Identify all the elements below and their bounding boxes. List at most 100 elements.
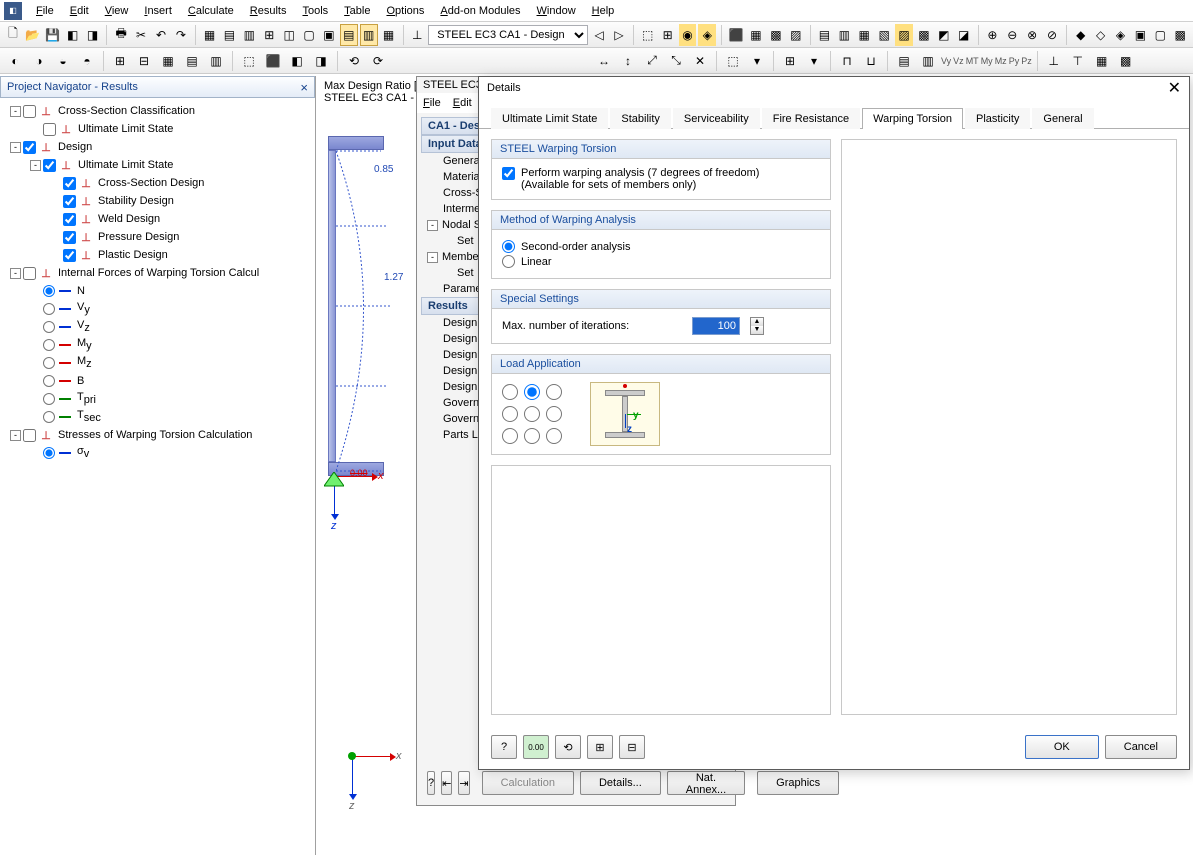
tree-checkbox[interactable] <box>23 141 36 154</box>
tree-row[interactable]: N <box>2 282 313 300</box>
expand-icon[interactable]: - <box>30 160 41 171</box>
tree-radio[interactable] <box>43 411 55 423</box>
tree-radio[interactable] <box>43 285 55 297</box>
units-icon[interactable]: 0.00 <box>523 735 549 759</box>
tree-radio[interactable] <box>43 393 55 405</box>
load-position-radio[interactable] <box>546 382 562 402</box>
close-icon[interactable]: ✕ <box>1168 78 1181 98</box>
tb-icon[interactable]: ◨ <box>84 24 102 46</box>
save-default-icon[interactable]: ⊟ <box>619 735 645 759</box>
tb-icon[interactable]: ⬚ <box>722 50 744 72</box>
module-menu-edit[interactable]: Edit <box>453 97 472 109</box>
tb-icon[interactable]: ⊘ <box>1043 24 1061 46</box>
menu-results[interactable]: Results <box>242 3 295 19</box>
tab-warping-torsion[interactable]: Warping Torsion <box>862 108 963 129</box>
perform-warping-checkbox[interactable] <box>502 167 515 180</box>
menu-help[interactable]: Help <box>584 3 623 19</box>
tb-icon[interactable]: ▣ <box>1131 24 1149 46</box>
menu-calculate[interactable]: Calculate <box>180 3 242 19</box>
tb-icon[interactable]: ▩ <box>1171 24 1189 46</box>
load-position-radio[interactable] <box>502 404 518 424</box>
tree-row[interactable]: -⊥Ultimate Limit State <box>2 156 313 174</box>
help-icon[interactable]: ? <box>427 771 435 795</box>
tb-icon[interactable]: ⊥ <box>1043 50 1065 72</box>
tree-checkbox[interactable] <box>63 249 76 262</box>
tb-icon[interactable]: ▤ <box>181 50 203 72</box>
tb-icon[interactable]: ↔ <box>593 50 615 72</box>
tb-icon[interactable]: ◨ <box>310 50 332 72</box>
tb-icon[interactable]: ▥ <box>917 50 939 72</box>
load-position-radio[interactable] <box>546 426 562 446</box>
tb-icon[interactable]: ◉ <box>679 24 697 46</box>
tree-checkbox[interactable] <box>43 123 56 136</box>
tree-row[interactable]: ⊥Plastic Design <box>2 246 313 264</box>
tb-next-icon[interactable]: ▷ <box>610 24 628 46</box>
tb-icon[interactable]: ▤ <box>340 24 358 46</box>
nat-annex-button[interactable]: Nat. Annex... <box>667 771 745 795</box>
tb-icon[interactable]: ⊓ <box>836 50 858 72</box>
tb-redo-icon[interactable]: ↷ <box>172 24 190 46</box>
tb-icon[interactable]: ▦ <box>201 24 219 46</box>
tb-icon[interactable]: ⊖ <box>1003 24 1021 46</box>
tb-icon[interactable]: ⊔ <box>860 50 882 72</box>
load-position-radio[interactable] <box>524 404 540 424</box>
tb-icon[interactable]: ◈ <box>1112 24 1130 46</box>
menu-insert[interactable]: Insert <box>136 3 180 19</box>
tb-save-icon[interactable]: 💾 <box>44 24 62 46</box>
help-icon[interactable]: ? <box>491 735 517 759</box>
tab-plasticity[interactable]: Plasticity <box>965 108 1030 129</box>
tb-print-icon[interactable]: 🖶 <box>112 24 130 46</box>
iterations-input[interactable] <box>692 317 740 335</box>
menu-edit[interactable]: Edit <box>62 3 97 19</box>
menu-window[interactable]: Window <box>529 3 584 19</box>
tab-ultimate-limit-state[interactable]: Ultimate Limit State <box>491 108 608 129</box>
tree-row[interactable]: -⊥Design <box>2 138 313 156</box>
tree-row[interactable]: ⊥Cross-Section Design <box>2 174 313 192</box>
tree-row[interactable]: σv <box>2 444 313 462</box>
tb-icon[interactable]: ✂ <box>132 24 150 46</box>
tb-icon[interactable]: ▾ <box>746 50 768 72</box>
tree-row[interactable]: -⊥Stresses of Warping Torsion Calculatio… <box>2 426 313 444</box>
menu-tools[interactable]: Tools <box>294 3 336 19</box>
tb-icon[interactable]: ⊟ <box>133 50 155 72</box>
tb-icon[interactable]: ▾ <box>803 50 825 72</box>
tb-icon[interactable]: ⊞ <box>109 50 131 72</box>
tb-icon[interactable]: ▢ <box>1151 24 1169 46</box>
cancel-button[interactable]: Cancel <box>1105 735 1177 759</box>
tb-icon[interactable]: ⊗ <box>1023 24 1041 46</box>
tb-icon[interactable]: ◓ <box>76 50 98 72</box>
tb-icon[interactable]: ▩ <box>1115 50 1137 72</box>
menu-add-on-modules[interactable]: Add-on Modules <box>432 3 528 19</box>
tb-icon[interactable]: ◆ <box>1072 24 1090 46</box>
tree-row[interactable]: Tsec <box>2 408 313 426</box>
tree-row[interactable]: ⊥Weld Design <box>2 210 313 228</box>
second-order-radio[interactable] <box>502 240 515 253</box>
tb-icon[interactable]: ◒ <box>52 50 74 72</box>
tb-icon[interactable]: ▩ <box>767 24 785 46</box>
tb-icon[interactable]: ◐ <box>4 50 26 72</box>
tb-icon[interactable]: ▦ <box>1091 50 1113 72</box>
calculation-button[interactable]: Calculation <box>482 771 574 795</box>
tree-checkbox[interactable] <box>63 195 76 208</box>
tb-icon[interactable]: ⬛ <box>262 50 284 72</box>
tb-icon[interactable]: ◫ <box>280 24 298 46</box>
tb-icon[interactable]: ▦ <box>855 24 873 46</box>
tb-icon[interactable]: ⊤ <box>1067 50 1089 72</box>
tb-icon[interactable]: ◧ <box>286 50 308 72</box>
load-position-radio[interactable] <box>546 404 562 424</box>
default-icon[interactable]: ⊞ <box>587 735 613 759</box>
tb-icon[interactable]: ▥ <box>360 24 378 46</box>
tb-icon[interactable]: ▩ <box>915 24 933 46</box>
menu-view[interactable]: View <box>97 3 137 19</box>
tb-new-icon[interactable]: 🗋 <box>4 24 22 46</box>
tree-row[interactable]: B <box>2 372 313 390</box>
graphics-button[interactable]: Graphics <box>757 771 839 795</box>
tab-fire-resistance[interactable]: Fire Resistance <box>762 108 860 129</box>
tree-row[interactable]: Vz <box>2 318 313 336</box>
tb-icon[interactable]: ⤢ <box>641 50 663 72</box>
tb-icon[interactable]: ⬛ <box>727 24 745 46</box>
tree-checkbox[interactable] <box>43 159 56 172</box>
load-position-radio[interactable] <box>502 382 518 402</box>
tb-icon[interactable]: ⊕ <box>983 24 1001 46</box>
ok-button[interactable]: OK <box>1025 735 1099 759</box>
